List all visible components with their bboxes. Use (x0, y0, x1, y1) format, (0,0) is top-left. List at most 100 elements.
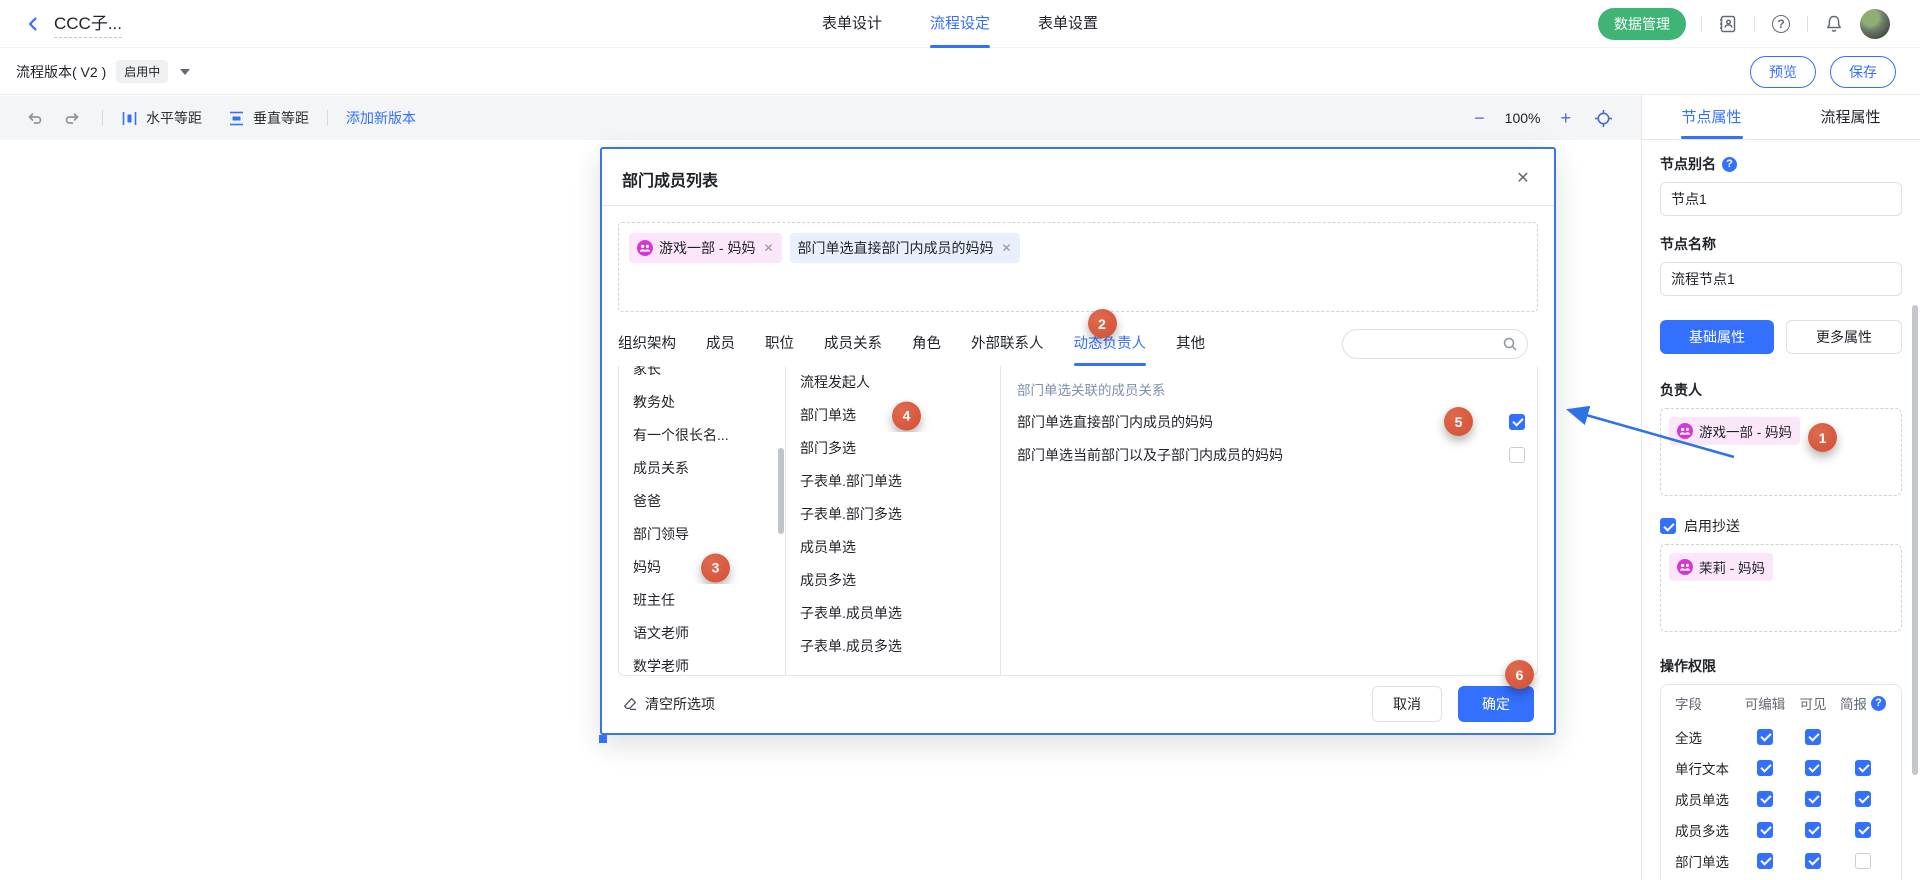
member-list-item[interactable]: 语文老师 (619, 617, 785, 650)
contacts-icon[interactable] (1717, 13, 1739, 35)
editable-checkbox[interactable] (1757, 853, 1773, 869)
member-list-item[interactable]: 班主任 (619, 584, 785, 617)
zoom-in-button[interactable]: + (1560, 109, 1571, 127)
modal-tab[interactable]: 外部联系人 (971, 322, 1044, 366)
clear-selection-button[interactable]: 清空所选项 (622, 694, 715, 714)
editable-checkbox[interactable] (1757, 729, 1773, 745)
member-list-item[interactable]: 爸爸 (619, 485, 785, 518)
cc-toggle-row: 启用抄送 (1660, 516, 1902, 536)
remove-tag-icon[interactable]: ✕ (1002, 241, 1012, 255)
member-list-item[interactable]: 有一个很长名... (619, 419, 785, 452)
brief-checkbox[interactable] (1855, 853, 1871, 869)
member-list-item[interactable]: 子表单.成员单选 (786, 597, 1000, 630)
relation-option-checkbox[interactable] (1509, 447, 1525, 463)
selected-tag[interactable]: 部门单选直接部门内成员的妈妈 ✕ (790, 233, 1020, 263)
cc-tag[interactable]: 茉莉 - 妈妈 (1669, 553, 1773, 581)
remove-tag-icon[interactable]: ✕ (763, 241, 773, 255)
member-list-item[interactable]: 流程发起人 (786, 366, 1000, 399)
panel-tab[interactable]: 流程属性 (1781, 95, 1920, 139)
bell-icon[interactable] (1823, 13, 1845, 35)
member-list-item[interactable]: 家长 (619, 366, 785, 386)
editable-checkbox[interactable] (1757, 760, 1773, 776)
close-icon[interactable]: ✕ (1512, 167, 1534, 189)
modal-tab[interactable]: 动态负责人 2 (1074, 322, 1147, 366)
help-icon[interactable]: ? (1871, 696, 1886, 711)
member-list-item-label: 教务处 (633, 394, 675, 410)
add-version-button[interactable]: 添加新版本 (346, 108, 416, 128)
member-list-item[interactable]: 子表单.部门单选 (786, 465, 1000, 498)
visible-checkbox[interactable] (1805, 760, 1821, 776)
cc-field[interactable]: 茉莉 - 妈妈 (1660, 544, 1902, 632)
relation-option-checkbox[interactable] (1509, 414, 1525, 430)
list-scrollbar[interactable] (778, 448, 784, 534)
panel-scrollbar[interactable] (1912, 305, 1918, 775)
visible-checkbox[interactable] (1805, 853, 1821, 869)
member-list-item-label: 子表单.成员多选 (800, 638, 902, 654)
help-icon[interactable]: ? (1722, 157, 1737, 172)
member-list-item[interactable]: 妈妈 3 (619, 551, 785, 584)
relation-option-row[interactable]: 部门单选直接部门内成员的妈妈 5 (1001, 405, 1537, 438)
modal-tab[interactable]: 成员关系 (824, 322, 882, 366)
relation-option-row[interactable]: 部门单选当前部门以及子部门内成员的妈妈 (1001, 438, 1537, 471)
picker-tabs: 组织架构 成员 职位 成员关系 角色 外部联系人 动态负责人 2 其他 (618, 322, 1538, 366)
brief-checkbox[interactable] (1855, 760, 1871, 776)
zoom-out-button[interactable]: − (1474, 109, 1485, 127)
node-name-input[interactable] (1660, 262, 1902, 296)
vertical-spacing-button[interactable]: 垂直等距 (228, 108, 309, 128)
cancel-button[interactable]: 取消 (1372, 686, 1442, 722)
editable-checkbox[interactable] (1757, 791, 1773, 807)
panel-tab[interactable]: 节点属性 (1642, 95, 1781, 139)
confirm-button[interactable]: 确定 6 (1458, 686, 1534, 722)
top-nav-tab[interactable]: 流程设定 (930, 0, 990, 48)
member-list-item[interactable]: 子表单.成员多选 (786, 630, 1000, 663)
owner-tag[interactable]: 游戏一部 - 妈妈 (1669, 417, 1800, 445)
undo-icon[interactable] (22, 106, 46, 130)
brief-checkbox[interactable] (1855, 822, 1871, 838)
member-list-item[interactable]: 教务处 (619, 386, 785, 419)
visible-checkbox[interactable] (1805, 791, 1821, 807)
node-alias-input[interactable] (1660, 182, 1902, 216)
top-nav-tab[interactable]: 表单设计 (822, 0, 882, 48)
member-list-item[interactable]: 子表单.部门多选 (786, 498, 1000, 531)
page-title: CCC子... (54, 9, 122, 38)
member-list-item[interactable]: 部门领导 (619, 518, 785, 551)
modal-tab[interactable]: 其他 (1176, 322, 1205, 366)
visible-checkbox[interactable] (1805, 822, 1821, 838)
cc-label: 启用抄送 (1684, 516, 1740, 536)
search-input[interactable] (1343, 330, 1527, 358)
basic-properties-button[interactable]: 基础属性 (1660, 320, 1774, 354)
selected-tag[interactable]: 游戏一部 - 妈妈 ✕ (629, 233, 782, 263)
people-icon (637, 240, 653, 256)
chevron-down-icon[interactable] (180, 69, 190, 75)
preview-button[interactable]: 预览 (1750, 56, 1816, 88)
modal-tab[interactable]: 组织架构 (618, 322, 676, 366)
avatar[interactable] (1860, 9, 1890, 39)
cc-checkbox[interactable] (1660, 518, 1676, 534)
more-properties-button[interactable]: 更多属性 (1786, 320, 1902, 354)
modal-tab[interactable]: 角色 (912, 322, 941, 366)
modal-tab[interactable]: 职位 (765, 322, 794, 366)
redo-icon[interactable] (60, 106, 84, 130)
member-list-item[interactable]: 部门多选 (786, 432, 1000, 465)
horizontal-spacing-button[interactable]: 水平等距 (121, 108, 202, 128)
member-list-item[interactable]: 数学老师 (619, 650, 785, 675)
back-icon[interactable] (24, 15, 42, 33)
editable-checkbox[interactable] (1757, 822, 1773, 838)
brief-checkbox[interactable] (1855, 791, 1871, 807)
selected-items-area[interactable]: 游戏一部 - 妈妈 ✕ 部门单选直接部门内成员的妈妈 ✕ (618, 222, 1538, 312)
member-list-item[interactable]: 成员单选 (786, 531, 1000, 564)
locate-icon[interactable] (1591, 106, 1615, 130)
owner-field[interactable]: 游戏一部 - 妈妈 1 (1660, 408, 1902, 496)
member-list-item[interactable]: 成员关系 (619, 452, 785, 485)
help-icon[interactable]: ? (1770, 13, 1792, 35)
save-button[interactable]: 保存 (1830, 56, 1896, 88)
version-bar: 流程版本( V2 ) 启用中 预览 保存 (0, 49, 1920, 95)
modal-tab[interactable]: 成员 (706, 322, 735, 366)
data-manage-button[interactable]: 数据管理 (1598, 8, 1686, 40)
member-list-item-label: 数学老师 (633, 658, 689, 674)
member-list-item[interactable]: 成员多选 (786, 564, 1000, 597)
member-list-item[interactable]: 部门单选 4 (786, 399, 1000, 432)
visible-checkbox[interactable] (1805, 729, 1821, 745)
top-nav-tab[interactable]: 表单设置 (1038, 0, 1098, 48)
step-badge: 2 (1088, 309, 1117, 338)
